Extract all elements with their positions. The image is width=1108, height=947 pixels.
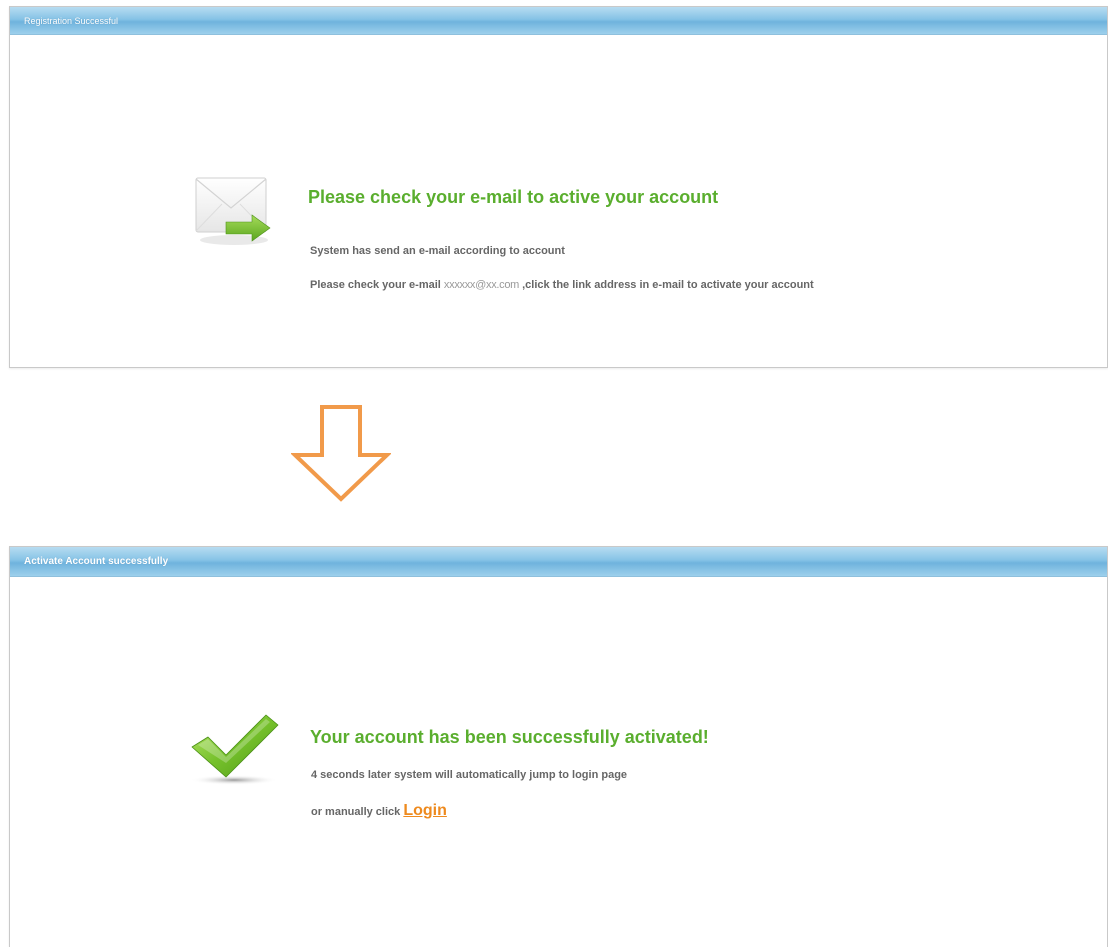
- redirect-info-line: 4 seconds later system will automaticall…: [311, 769, 628, 781]
- email-address: xxxxxx@xx.com: [443, 279, 520, 291]
- registration-email-line: Please check your e-mail xxxxxx@xx.com ,…: [310, 279, 814, 291]
- activation-panel: Activate Account successfully Your accou…: [9, 546, 1108, 947]
- registration-panel-header: Registration Successful: [10, 7, 1107, 35]
- registration-title: Please check your e-mail to active your …: [308, 187, 719, 207]
- checkmark-icon: [188, 711, 280, 787]
- down-arrow-icon: [290, 405, 392, 503]
- activation-panel-header: Activate Account successfully: [10, 547, 1107, 577]
- manual-login-line: or manually click Login: [311, 802, 447, 820]
- activation-title: Your account has been successfully activ…: [310, 727, 709, 747]
- registration-panel: Registration Successful Please check you…: [9, 6, 1108, 368]
- login-link[interactable]: Login: [403, 802, 447, 819]
- email-line-suffix: ,click the link address in e-mail to act…: [522, 279, 814, 291]
- manual-login-prefix: or manually click: [311, 806, 401, 818]
- email-line-prefix: Please check your e-mail: [310, 279, 441, 291]
- envelope-arrow-icon: [190, 172, 274, 248]
- registration-info-line: System has send an e-mail according to a…: [310, 245, 565, 257]
